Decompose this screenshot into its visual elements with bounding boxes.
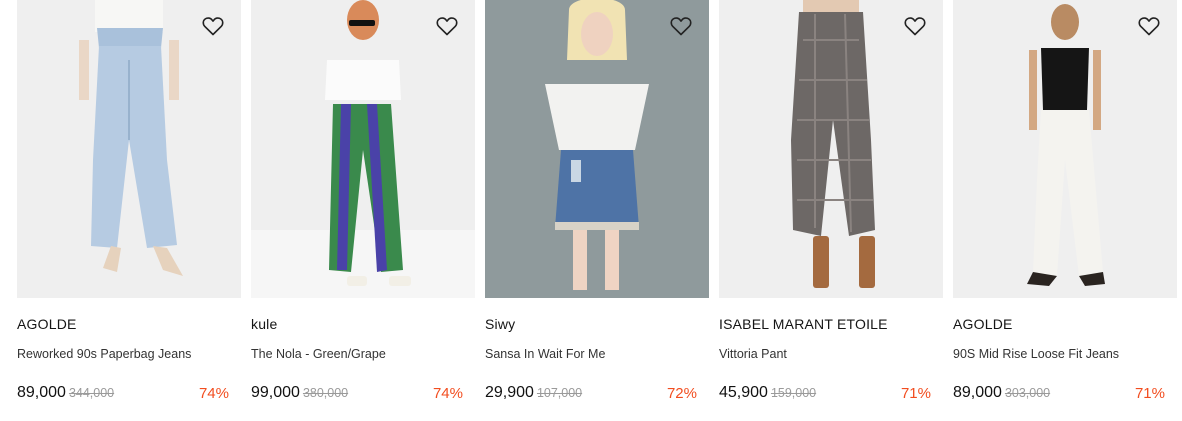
sale-price: 45,900 bbox=[719, 384, 768, 401]
product-image[interactable] bbox=[485, 0, 709, 298]
product-card[interactable]: kule The Nola - Green/Grape 99,000 380,00… bbox=[251, 0, 475, 421]
product-name[interactable]: Vittoria Pant bbox=[719, 347, 787, 361]
original-price: 380,000 bbox=[302, 386, 349, 400]
original-price: 344,000 bbox=[68, 386, 115, 400]
product-name[interactable]: Sansa In Wait For Me bbox=[485, 347, 605, 361]
product-card[interactable]: AGOLDE 90S Mid Rise Loose Fit Jeans 89,0… bbox=[953, 0, 1177, 421]
product-card[interactable]: ISABEL MARANT ETOILE Vittoria Pant 45,90… bbox=[719, 0, 943, 421]
product-card[interactable]: Siwy Sansa In Wait For Me 29,900 107,000 … bbox=[485, 0, 709, 421]
sale-price: 99,000 bbox=[251, 384, 300, 401]
product-photo bbox=[17, 0, 241, 298]
product-name[interactable]: The Nola - Green/Grape bbox=[251, 347, 386, 361]
wishlist-heart-icon[interactable] bbox=[1137, 14, 1161, 38]
product-image[interactable] bbox=[17, 0, 241, 298]
discount-badge: 74% bbox=[432, 385, 463, 402]
sale-price: 29,900 bbox=[485, 384, 534, 401]
discount-badge: 71% bbox=[900, 385, 931, 402]
product-name[interactable]: Reworked 90s Paperbag Jeans bbox=[17, 347, 191, 361]
product-photo bbox=[251, 0, 475, 298]
discount-badge: 74% bbox=[198, 385, 229, 402]
sale-price: 89,000 bbox=[17, 384, 66, 401]
original-price: 303,000 bbox=[1004, 386, 1051, 400]
product-brand[interactable]: AGOLDE bbox=[953, 316, 1013, 332]
price-row: 29,900 107,000 72% bbox=[485, 384, 697, 406]
product-brand[interactable]: AGOLDE bbox=[17, 316, 77, 332]
sale-price: 89,000 bbox=[953, 384, 1002, 401]
original-price: 107,000 bbox=[536, 386, 583, 400]
price-row: 45,900 159,000 71% bbox=[719, 384, 931, 406]
product-image[interactable] bbox=[719, 0, 943, 298]
wishlist-heart-icon[interactable] bbox=[201, 14, 225, 38]
product-name[interactable]: 90S Mid Rise Loose Fit Jeans bbox=[953, 347, 1119, 361]
product-brand[interactable]: Siwy bbox=[485, 316, 515, 332]
price-row: 99,000 380,000 74% bbox=[251, 384, 463, 406]
product-photo bbox=[953, 0, 1177, 298]
product-photo bbox=[485, 0, 709, 298]
price-row: 89,000 344,000 74% bbox=[17, 384, 229, 406]
wishlist-heart-icon[interactable] bbox=[669, 14, 693, 38]
original-price: 159,000 bbox=[770, 386, 817, 400]
discount-badge: 71% bbox=[1134, 385, 1165, 402]
price-row: 89,000 303,000 71% bbox=[953, 384, 1165, 406]
discount-badge: 72% bbox=[666, 385, 697, 402]
product-photo bbox=[719, 0, 943, 298]
product-image[interactable] bbox=[953, 0, 1177, 298]
product-brand[interactable]: kule bbox=[251, 316, 277, 332]
wishlist-heart-icon[interactable] bbox=[435, 14, 459, 38]
product-card[interactable]: AGOLDE Reworked 90s Paperbag Jeans 89,00… bbox=[17, 0, 241, 421]
wishlist-heart-icon[interactable] bbox=[903, 14, 927, 38]
product-brand[interactable]: ISABEL MARANT ETOILE bbox=[719, 316, 888, 332]
product-image[interactable] bbox=[251, 0, 475, 298]
product-grid: AGOLDE Reworked 90s Paperbag Jeans 89,00… bbox=[0, 0, 1182, 421]
